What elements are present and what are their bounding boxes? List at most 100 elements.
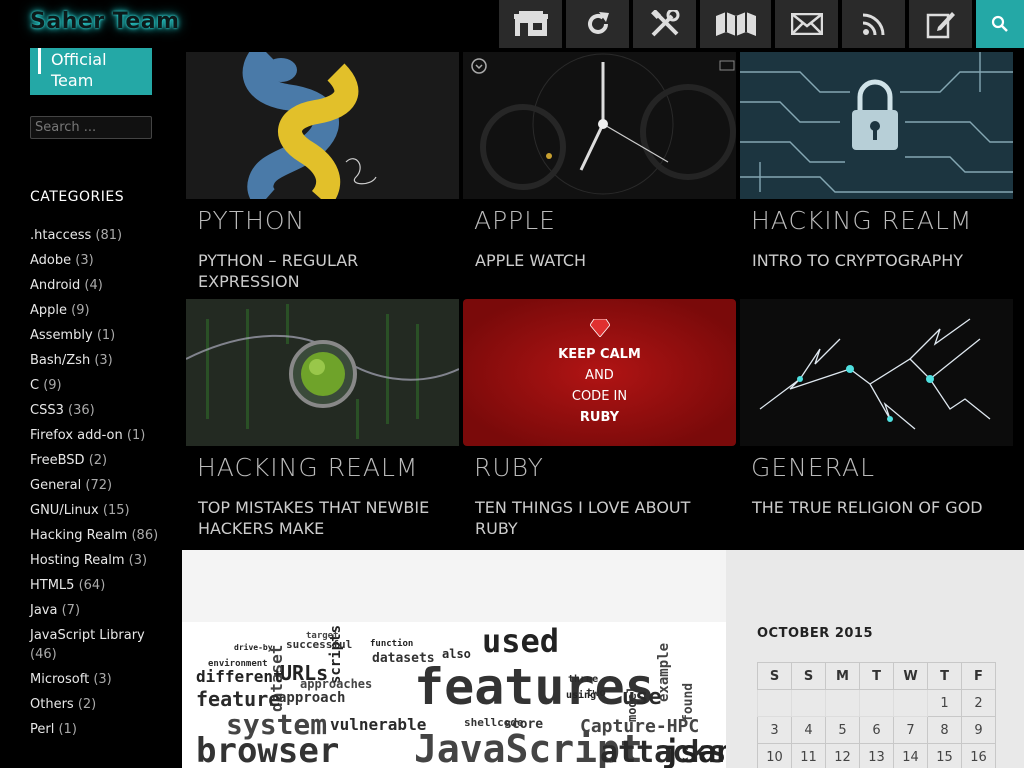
category-link[interactable]: Bash/Zsh: [30, 353, 90, 368]
nav-tools-button[interactable]: [633, 0, 696, 48]
post-title[interactable]: PYTHON – REGULAR EXPRESSION: [198, 250, 453, 292]
category-count: (46): [30, 647, 57, 662]
post-category[interactable]: HACKING REALM: [197, 453, 418, 482]
post-category[interactable]: RUBY: [474, 453, 544, 482]
category-count: (7): [61, 603, 81, 618]
category-link[interactable]: Firefox add-on: [30, 428, 123, 443]
ruby-line-1: KEEP CALM: [558, 347, 641, 362]
post-category[interactable]: GENERAL: [751, 453, 875, 482]
calendar-day: 3: [757, 716, 792, 744]
post-title[interactable]: TOP MISTAKES THAT NEWBIE HACKERS MAKE: [198, 497, 453, 539]
crypto-thumbnail[interactable]: [740, 52, 1013, 199]
post-card[interactable]: HACKING REALM TOP MISTAKES THAT NEWBIE H…: [182, 299, 459, 546]
category-link[interactable]: Microsoft: [30, 672, 89, 687]
post-category[interactable]: APPLE: [474, 206, 556, 235]
category-link[interactable]: Adobe: [30, 253, 71, 268]
category-count: (15): [102, 503, 130, 518]
nav-search-button[interactable]: [976, 0, 1024, 48]
category-link[interactable]: HTML5: [30, 578, 74, 593]
wordcloud-word: three: [568, 674, 598, 685]
wordcloud-word: feature: [196, 687, 280, 711]
calendar-week-row: 3 4 5 6 7 8 9: [757, 716, 996, 744]
category-item: JavaScript Library (46): [30, 626, 170, 664]
category-link[interactable]: Others: [30, 697, 74, 712]
nav-refresh-button[interactable]: [566, 0, 629, 48]
category-link[interactable]: FreeBSD: [30, 453, 85, 468]
calendar-day: [791, 689, 826, 717]
lightning-thumbnail[interactable]: [740, 299, 1013, 446]
calendar-day: 6: [859, 716, 894, 744]
category-item: Java (7): [30, 601, 170, 620]
official-line-1: Official: [51, 50, 107, 69]
nav-mail-button[interactable]: [775, 0, 838, 48]
wordcloud-image[interactable]: usedfeaturesJavaScriptattacksjsandbrowse…: [182, 622, 726, 768]
category-count: (4): [84, 278, 103, 293]
home-icon: [513, 11, 548, 36]
category-item: Firefox add-on (1): [30, 426, 170, 445]
category-count: (64): [78, 578, 106, 593]
category-link[interactable]: C: [30, 378, 39, 393]
category-count: (3): [94, 353, 113, 368]
category-link[interactable]: GNU/Linux: [30, 503, 99, 518]
category-link[interactable]: Perl: [30, 722, 54, 737]
categories-heading: CATEGORIES: [30, 189, 125, 205]
post-card[interactable]: HACKING REALM INTRO TO CRYPTOGRAPHY: [736, 52, 1013, 299]
post-title[interactable]: INTRO TO CRYPTOGRAPHY: [752, 250, 1007, 271]
category-link[interactable]: .htaccess: [30, 228, 91, 243]
post-category[interactable]: PYTHON: [197, 206, 305, 235]
category-item: Adobe (3): [30, 251, 170, 270]
category-count: (9): [71, 303, 90, 318]
category-link[interactable]: CSS3: [30, 403, 64, 418]
category-item: General (72): [30, 476, 170, 495]
nav-rss-button[interactable]: [842, 0, 905, 48]
category-item: Assembly (1): [30, 326, 170, 345]
nav-home-button[interactable]: [499, 0, 562, 48]
calendar-day: 12: [825, 743, 860, 768]
site-title[interactable]: Saher Team: [30, 9, 180, 34]
post-title[interactable]: APPLE WATCH: [475, 250, 730, 271]
python-thumbnail[interactable]: [186, 52, 459, 199]
weekday-label: S: [757, 662, 792, 690]
nav-map-button[interactable]: [700, 0, 771, 48]
edit-icon: [926, 12, 955, 39]
post-card[interactable]: GENERAL THE TRUE RELIGION OF GOD: [736, 299, 1013, 546]
wordcloud-word: datasets: [372, 651, 435, 666]
wordcloud-word: used: [482, 622, 559, 660]
post-card[interactable]: PYTHON PYTHON – REGULAR EXPRESSION: [182, 52, 459, 299]
wordcloud-word: shellcode: [464, 716, 524, 729]
apple-watch-thumbnail[interactable]: [463, 52, 736, 199]
post-title[interactable]: TEN THINGS I LOVE ABOUT RUBY: [475, 497, 730, 539]
category-link[interactable]: Java: [30, 603, 57, 618]
category-link[interactable]: JavaScript Library: [30, 628, 145, 643]
tools-icon: [650, 10, 679, 37]
official-accent-bar: [38, 48, 41, 74]
post-card[interactable]: KEEP CALM AND CODE IN RUBY RUBY TEN THIN…: [459, 299, 736, 546]
category-link[interactable]: General: [30, 478, 81, 493]
official-team-link[interactable]: Official Team: [30, 48, 152, 95]
category-link[interactable]: Hacking Realm: [30, 528, 127, 543]
ruby-thumbnail[interactable]: KEEP CALM AND CODE IN RUBY: [463, 299, 736, 446]
weekday-label: F: [961, 662, 996, 690]
post-title[interactable]: THE TRUE RELIGION OF GOD: [752, 497, 1007, 518]
kali-thumbnail[interactable]: [186, 299, 459, 446]
calendar-day: [859, 689, 894, 717]
calendar-header-row: S S M T W T F: [757, 662, 996, 690]
wordcloud-word: model: [625, 686, 639, 722]
post-card[interactable]: APPLE APPLE WATCH: [459, 52, 736, 299]
calendar-day: 10: [757, 743, 792, 768]
category-item: HTML5 (64): [30, 576, 170, 595]
nav-edit-button[interactable]: [909, 0, 972, 48]
category-link[interactable]: Hosting Realm: [30, 553, 125, 568]
post-category[interactable]: HACKING REALM: [751, 206, 972, 235]
category-count: (81): [95, 228, 123, 243]
calendar-day: [757, 689, 792, 717]
calendar-day: 4: [791, 716, 826, 744]
category-link[interactable]: Android: [30, 278, 80, 293]
category-link[interactable]: Apple: [30, 303, 67, 318]
calendar-day: 1: [927, 689, 962, 717]
category-link[interactable]: Assembly: [30, 328, 93, 343]
search-input[interactable]: [30, 116, 152, 139]
category-item: C (9): [30, 376, 170, 395]
calendar-day: 11: [791, 743, 826, 768]
wordcloud-word: jsand: [662, 735, 726, 768]
